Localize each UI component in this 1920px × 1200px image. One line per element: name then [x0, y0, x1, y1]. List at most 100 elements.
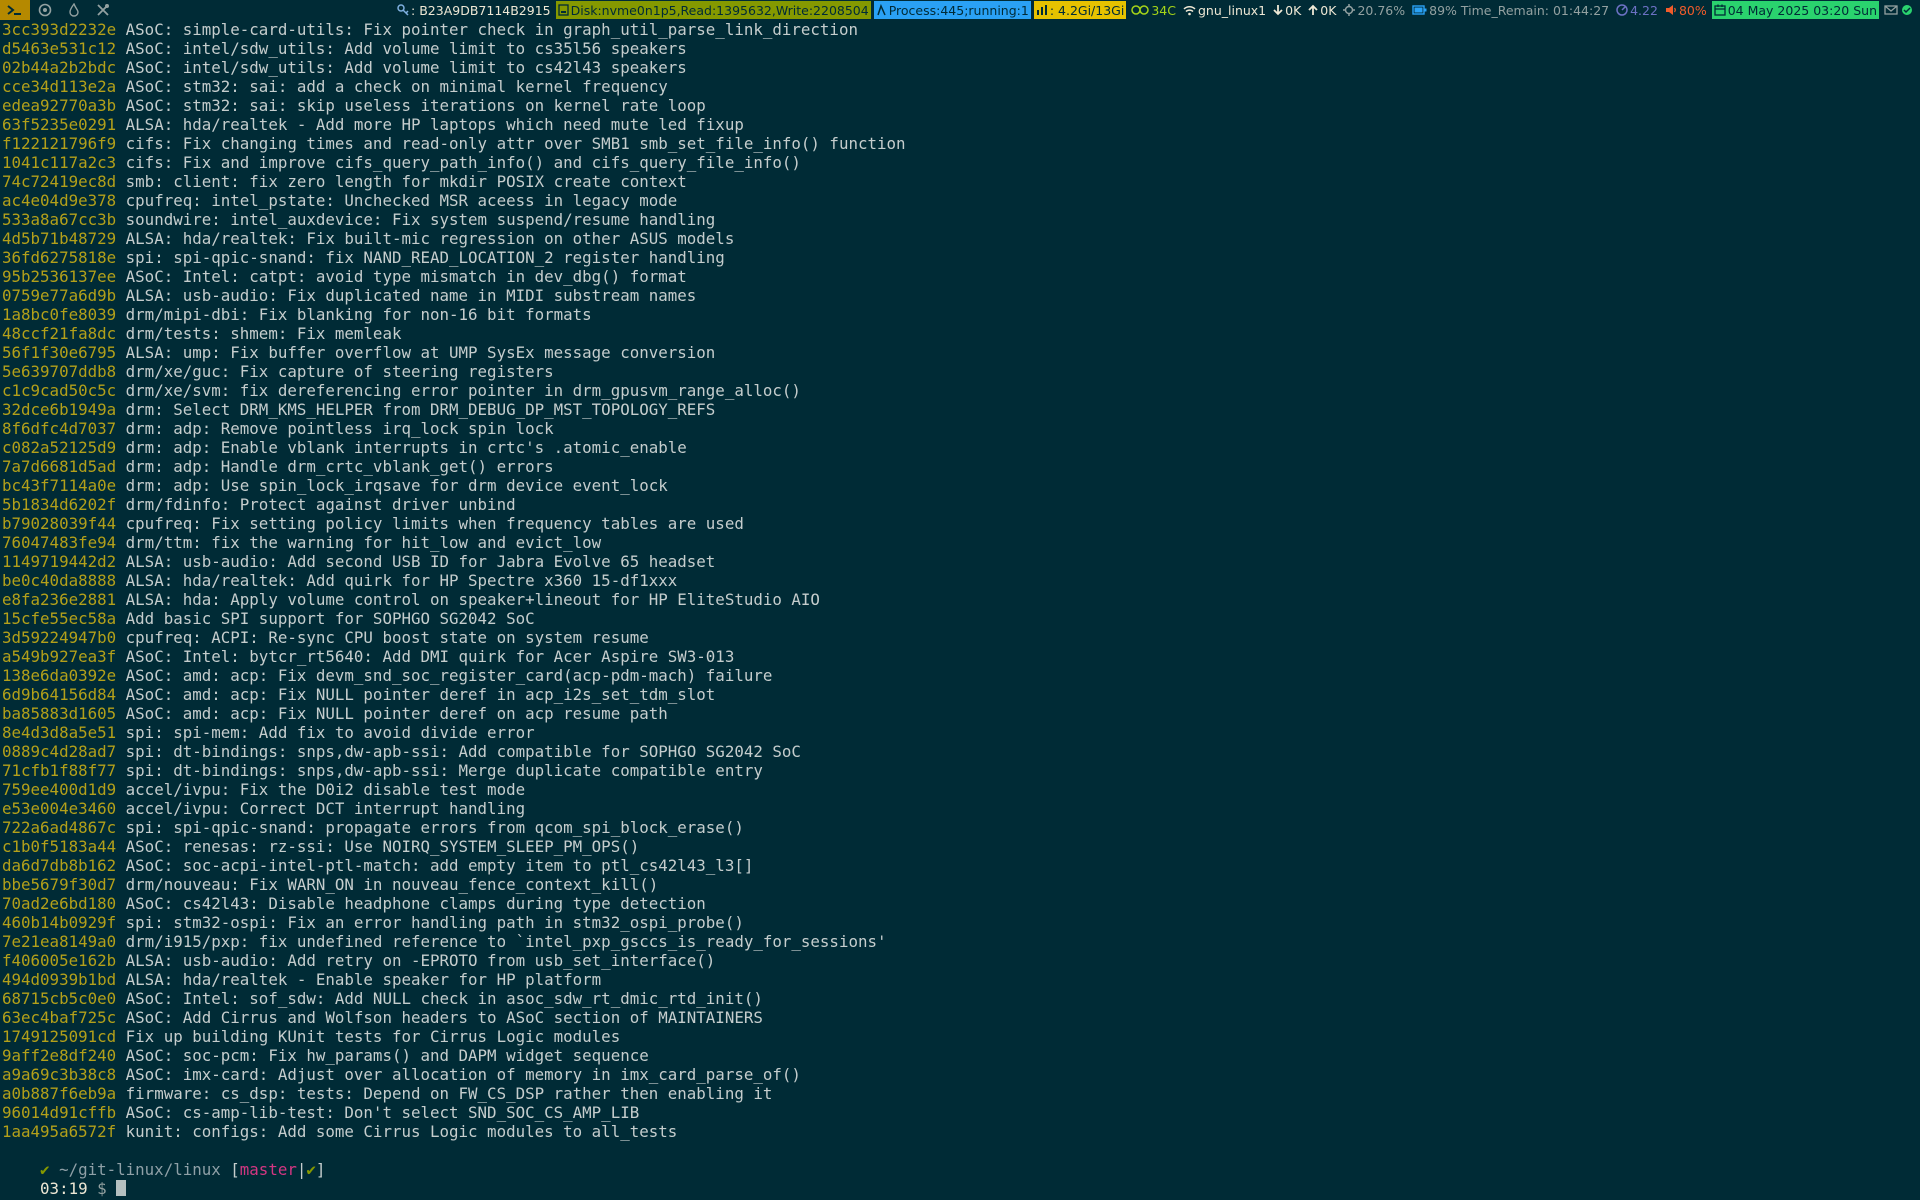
commit-message: drm/tests: shmem: Fix memleak — [125, 324, 402, 343]
commit-line: ba85883d1605 ASoC: amd: acp: Fix NULL po… — [2, 704, 1918, 723]
commit-message: ASoC: Intel: catpt: avoid type mismatch … — [125, 267, 687, 286]
commit-hash: cce34d113e2a — [2, 77, 117, 96]
commit-message: ALSA: usb-audio: Add second USB ID for J… — [125, 552, 716, 571]
terminal-icon — [6, 3, 24, 17]
commit-hash: edea92770a3b — [2, 96, 117, 115]
commit-message: ASoC: amd: acp: Fix NULL pointer deref i… — [125, 685, 716, 704]
temperature-widget: 34C — [1129, 1, 1178, 19]
commit-message: spi: stm32-ospi: Fix an error handling p… — [125, 913, 744, 932]
commit-message: cifs: Fix changing times and read-only a… — [125, 134, 906, 153]
commit-message: ALSA: hda/realtek: Fix built-mic regress… — [125, 229, 735, 248]
commit-line: 7a7d6681d5ad drm: adp: Handle drm_crtc_v… — [2, 457, 1918, 476]
tray — [1882, 1, 1916, 19]
commit-message: ASoC: imx-card: Adjust over allocation o… — [125, 1065, 801, 1084]
battery-widget: 89% Time_Remain: 01:44:27 — [1410, 1, 1611, 19]
commit-message: ASoC: cs-amp-lib-test: Don't select SND_… — [125, 1103, 640, 1122]
commit-line: 63f5235e0291 ALSA: hda/realtek - Add mor… — [2, 115, 1918, 134]
wifi-icon — [1183, 4, 1196, 16]
tag-flame[interactable] — [59, 0, 88, 20]
commit-message: cifs: Fix and improve cifs_query_path_in… — [125, 153, 801, 172]
commit-message: ALSA: hda: Apply volume control on speak… — [125, 590, 820, 609]
commit-message: drm/mipi-dbi: Fix blanking for non-16 bi… — [125, 305, 592, 324]
commit-message: drm: adp: Handle drm_crtc_vblank_get() e… — [125, 457, 554, 476]
commit-message: ALSA: hda/realtek: Add quirk for HP Spec… — [125, 571, 678, 590]
commit-hash: e8fa236e2881 — [2, 590, 117, 609]
commit-hash: da6d7db8b162 — [2, 856, 117, 875]
commit-line: a9a69c3b38c8 ASoC: imx-card: Adjust over… — [2, 1065, 1918, 1084]
commit-message: ASoC: Intel: bytcr_rt5640: Add DMI quirk… — [125, 647, 735, 666]
commit-hash: 3d59224947b0 — [2, 628, 117, 647]
volume-widget[interactable]: 80% — [1663, 1, 1709, 19]
commit-line: a0b887f6eb9a firmware: cs_dsp: tests: De… — [2, 1084, 1918, 1103]
commit-hash: d5463e531c12 — [2, 39, 117, 58]
commit-hash: 9aff2e8df240 — [2, 1046, 117, 1065]
mail-icon[interactable] — [1884, 4, 1898, 16]
upload-widget: 0K — [1306, 1, 1338, 19]
commit-line: ac4e04d9e378 cpufreq: intel_pstate: Unch… — [2, 191, 1918, 210]
commit-line: 15cfe55ec58a Add basic SPI support for S… — [2, 609, 1918, 628]
tag-browser[interactable] — [30, 0, 59, 20]
commit-line: 76047483fe94 drm/ttm: fix the warning fo… — [2, 533, 1918, 552]
commit-message: soundwire: intel_auxdevice: Fix system s… — [125, 210, 716, 229]
commit-line: bbe5679f30d7 drm/nouveau: Fix WARN_ON in… — [2, 875, 1918, 894]
tag-terminal[interactable] — [0, 0, 30, 20]
memory-icon — [1036, 4, 1048, 16]
commit-hash: 533a8a67cc3b — [2, 210, 117, 229]
temperature-text: 34C — [1151, 2, 1176, 18]
commit-message: ASoC: intel/sdw_utils: Add volume limit … — [125, 58, 687, 77]
commit-line: 74c72419ec8d smb: client: fix zero lengt… — [2, 172, 1918, 191]
commit-line: 70ad2e6bd180 ASoC: cs42l43: Disable head… — [2, 894, 1918, 913]
commit-hash: 759ee400d1d9 — [2, 780, 117, 799]
commit-message: drm/nouveau: Fix WARN_ON in nouveau_fenc… — [125, 875, 659, 894]
flame-icon — [68, 3, 80, 17]
commit-message: drm/ttm: fix the warning for hit_low and… — [125, 533, 602, 552]
commit-line: 494d0939b1bd ALSA: hda/realtek - Enable … — [2, 970, 1918, 989]
commit-line: 1aa495a6572f kunit: configs: Add some Ci… — [2, 1122, 1918, 1141]
memory-text: : 4.2Gi/13Gi — [1049, 2, 1125, 18]
commit-hash: c1c9cad50c5c — [2, 381, 117, 400]
commit-message: ALSA: usb-audio: Fix duplicated name in … — [125, 286, 697, 305]
process-widget: Process:445;running:1 — [873, 1, 1031, 19]
commit-line: 9aff2e8df240 ASoC: soc-pcm: Fix hw_param… — [2, 1046, 1918, 1065]
commit-line: 8e4d3d8a5e51 spi: spi-mem: Add fix to av… — [2, 723, 1918, 742]
text-cursor[interactable] — [116, 1180, 127, 1196]
commit-hash-widget: : B23A9DB7114B2915 — [395, 1, 553, 19]
commit-line: edea92770a3b ASoC: stm32: sai: skip usel… — [2, 96, 1918, 115]
commit-line: 0889c4d28ad7 spi: dt-bindings: snps,dw-a… — [2, 742, 1918, 761]
commit-hash: 5b1834d6202f — [2, 495, 117, 514]
commit-hash: 63ec4baf725c — [2, 1008, 117, 1027]
tray-app-icon[interactable] — [1900, 4, 1914, 16]
commit-line: b79028039f44 cpufreq: Fix setting policy… — [2, 514, 1918, 533]
volume-text: 80% — [1678, 2, 1707, 18]
commit-message: ASoC: amd: acp: Fix NULL pointer deref o… — [125, 704, 668, 723]
tag-tools[interactable] — [88, 0, 117, 20]
commit-hash: 4d5b71b48729 — [2, 229, 117, 248]
terminal-output[interactable]: 3cc393d2232e ASoC: simple-card-utils: Fi… — [2, 20, 1918, 1198]
commit-line: 759ee400d1d9 accel/ivpu: Fix the D0i2 di… — [2, 780, 1918, 799]
commit-line: 95b2536137ee ASoC: Intel: catpt: avoid t… — [2, 267, 1918, 286]
cpu-temp-icon — [1131, 4, 1150, 16]
commit-message: drm: adp: Enable vblank interrupts in cr… — [125, 438, 687, 457]
commit-message: ASoC: simple-card-utils: Fix pointer che… — [125, 20, 858, 39]
commit-line: bc43f7114a0e drm: adp: Use spin_lock_irq… — [2, 476, 1918, 495]
prompt-sign: $ — [87, 1179, 117, 1198]
commit-hash: 494d0939b1bd — [2, 970, 117, 989]
process-text: Process:445;running:1 — [888, 2, 1029, 18]
commit-hash: b79028039f44 — [2, 514, 117, 533]
commit-hash: 1749125091cd — [2, 1027, 117, 1046]
commit-message: spi: spi-mem: Add fix to avoid divide er… — [125, 723, 535, 742]
commit-hash: f122121796f9 — [2, 134, 117, 153]
commit-line: e53e004e3460 accel/ivpu: Correct DCT int… — [2, 799, 1918, 818]
commit-hash: 76047483fe94 — [2, 533, 117, 552]
commit-message: drm: adp: Remove pointless irq_lock spin… — [125, 419, 554, 438]
commit-hash: 1a8bc0fe8039 — [2, 305, 117, 324]
commit-hash: be0c40da8888 — [2, 571, 117, 590]
commit-message: ASoC: renesas: rz-ssi: Use NOIRQ_SYSTEM_… — [125, 837, 640, 856]
commit-line: 96014d91cffb ASoC: cs-amp-lib-test: Don'… — [2, 1103, 1918, 1122]
commit-message: ASoC: Intel: sof_sdw: Add NULL check in … — [125, 989, 763, 1008]
prompt-branch: master — [239, 1160, 297, 1179]
commit-message: drm: Select DRM_KMS_HELPER from DRM_DEBU… — [125, 400, 716, 419]
commit-hash: f406005e162b — [2, 951, 117, 970]
commit-line: d5463e531c12 ASoC: intel/sdw_utils: Add … — [2, 39, 1918, 58]
commit-message: Add basic SPI support for SOPHGO SG2042 … — [125, 609, 535, 628]
